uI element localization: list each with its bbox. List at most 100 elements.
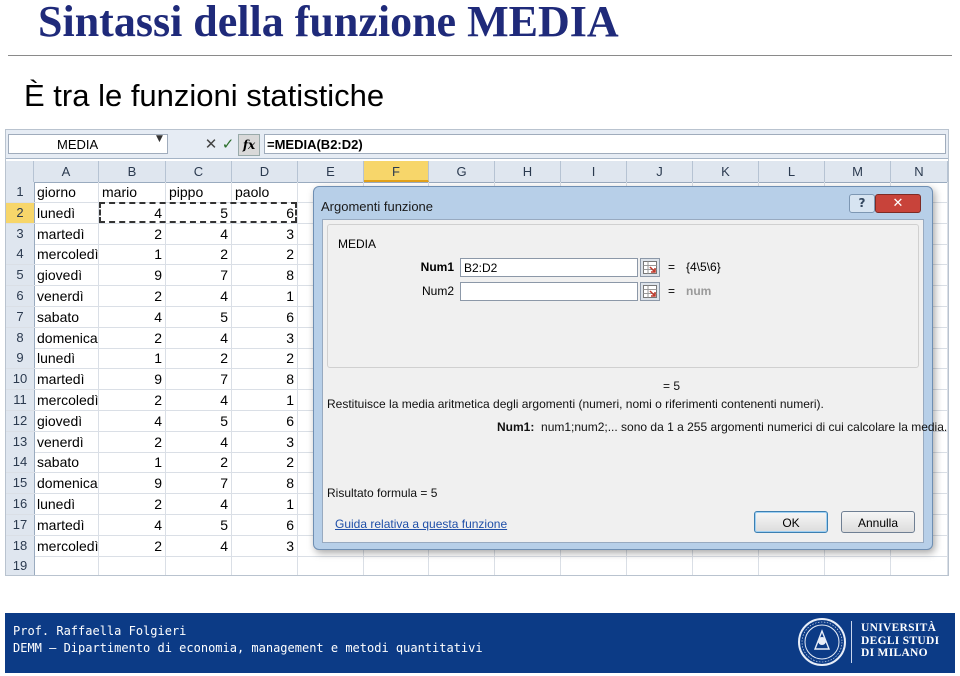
cell-a11[interactable]: mercoledì <box>34 390 99 410</box>
column-header-i[interactable]: I <box>561 161 627 182</box>
cell-c19[interactable] <box>166 556 232 575</box>
column-header-n[interactable]: N <box>891 161 948 182</box>
cell-d17[interactable]: 6 <box>232 514 298 535</box>
column-header-l[interactable]: L <box>759 161 825 182</box>
cell-b3[interactable]: 2 <box>99 223 166 244</box>
column-header-a[interactable]: A <box>34 161 99 182</box>
cell-a18[interactable]: mercoledì <box>34 535 99 556</box>
cell-c9[interactable]: 2 <box>166 348 232 369</box>
function-help-link[interactable]: Guida relativa a questa funzione <box>335 517 507 531</box>
cell-d7[interactable]: 6 <box>232 306 298 327</box>
cell-d9[interactable]: 2 <box>232 348 298 369</box>
row-header[interactable]: 11 <box>6 390 35 410</box>
column-header-e[interactable]: E <box>298 161 364 182</box>
name-box[interactable]: MEDIA <box>8 134 168 154</box>
row-header[interactable]: 6 <box>6 286 35 306</box>
column-header-c[interactable]: C <box>166 161 232 182</box>
cell-b15[interactable]: 9 <box>99 473 166 494</box>
empty-cell[interactable] <box>364 556 429 575</box>
cell-c17[interactable]: 5 <box>166 514 232 535</box>
cell-b6[interactable]: 2 <box>99 286 166 306</box>
cell-b1[interactable]: mario <box>99 182 166 202</box>
column-header-h[interactable]: H <box>495 161 561 182</box>
cell-c12[interactable]: 5 <box>166 410 232 431</box>
cancel-formula-icon[interactable]: ✕ <box>202 135 220 153</box>
cell-c6[interactable]: 4 <box>166 286 232 306</box>
cancel-button[interactable]: Annulla <box>841 511 915 533</box>
cell-d3[interactable]: 3 <box>232 223 298 244</box>
cell-b4[interactable]: 1 <box>99 244 166 265</box>
cell-d13[interactable]: 3 <box>232 431 298 452</box>
cell-d1[interactable]: paolo <box>232 182 298 202</box>
cell-c3[interactable]: 4 <box>166 223 232 244</box>
empty-cell[interactable] <box>693 556 759 575</box>
cell-b17[interactable]: 4 <box>99 514 166 535</box>
row-header[interactable]: 10 <box>6 369 35 390</box>
cell-d15[interactable]: 8 <box>232 473 298 494</box>
empty-cell[interactable] <box>627 556 693 575</box>
cell-d5[interactable]: 8 <box>232 265 298 286</box>
cell-a15[interactable]: domenica <box>34 473 99 494</box>
column-header-m[interactable]: M <box>825 161 891 182</box>
ok-button[interactable]: OK <box>754 511 828 533</box>
cell-b18[interactable]: 2 <box>99 535 166 556</box>
cell-c4[interactable]: 2 <box>166 244 232 265</box>
cell-a19[interactable] <box>34 556 99 575</box>
cell-c8[interactable]: 4 <box>166 327 232 348</box>
row-header[interactable]: 3 <box>6 223 35 244</box>
select-all-corner[interactable] <box>6 161 34 182</box>
help-button[interactable]: ? <box>849 194 875 213</box>
cell-d8[interactable]: 3 <box>232 327 298 348</box>
row-header[interactable]: 4 <box>6 244 35 265</box>
cell-d10[interactable]: 8 <box>232 369 298 390</box>
row-header[interactable]: 16 <box>6 494 35 514</box>
cell-a9[interactable]: lunedì <box>34 348 99 369</box>
row-header[interactable]: 2 <box>6 202 35 223</box>
row-header[interactable]: 5 <box>6 265 35 286</box>
row-header[interactable]: 15 <box>6 473 35 494</box>
cell-d16[interactable]: 1 <box>232 494 298 514</box>
cell-a6[interactable]: venerdì <box>34 286 99 306</box>
cell-b12[interactable]: 4 <box>99 410 166 431</box>
empty-cell[interactable] <box>495 556 561 575</box>
cell-a10[interactable]: martedì <box>34 369 99 390</box>
column-header-k[interactable]: K <box>693 161 759 182</box>
cell-c15[interactable]: 7 <box>166 473 232 494</box>
row-header[interactable]: 1 <box>6 182 35 202</box>
column-header-d[interactable]: D <box>232 161 298 182</box>
num2-input[interactable] <box>460 282 638 301</box>
column-header-b[interactable]: B <box>99 161 166 182</box>
cell-a17[interactable]: martedì <box>34 514 99 535</box>
empty-cell[interactable] <box>825 556 891 575</box>
cell-c1[interactable]: pippo <box>166 182 232 202</box>
cell-d18[interactable]: 3 <box>232 535 298 556</box>
cell-b13[interactable]: 2 <box>99 431 166 452</box>
cell-b16[interactable]: 2 <box>99 494 166 514</box>
cell-c10[interactable]: 7 <box>166 369 232 390</box>
cell-c18[interactable]: 4 <box>166 535 232 556</box>
cell-a16[interactable]: lunedì <box>34 494 99 514</box>
row-header[interactable]: 8 <box>6 327 35 348</box>
cell-a8[interactable]: domenica <box>34 327 99 348</box>
cell-d6[interactable]: 1 <box>232 286 298 306</box>
empty-cell[interactable] <box>298 556 364 575</box>
cell-a13[interactable]: venerdì <box>34 431 99 452</box>
empty-cell[interactable] <box>759 556 825 575</box>
cell-d4[interactable]: 2 <box>232 244 298 265</box>
cell-d19[interactable] <box>232 556 298 575</box>
formula-input[interactable]: =MEDIA(B2:D2) <box>264 134 946 154</box>
cell-a12[interactable]: giovedì <box>34 410 99 431</box>
cell-c5[interactable]: 7 <box>166 265 232 286</box>
cell-b8[interactable]: 2 <box>99 327 166 348</box>
cell-c13[interactable]: 4 <box>166 431 232 452</box>
close-button[interactable]: ✕ <box>875 194 921 213</box>
cell-b14[interactable]: 1 <box>99 452 166 473</box>
cell-c11[interactable]: 4 <box>166 390 232 410</box>
cell-a4[interactable]: mercoledì <box>34 244 99 265</box>
column-header-j[interactable]: J <box>627 161 693 182</box>
cell-d11[interactable]: 1 <box>232 390 298 410</box>
column-header-f[interactable]: F <box>364 161 429 182</box>
row-header[interactable]: 12 <box>6 410 35 431</box>
row-header[interactable]: 14 <box>6 452 35 473</box>
empty-cell[interactable] <box>891 556 948 575</box>
